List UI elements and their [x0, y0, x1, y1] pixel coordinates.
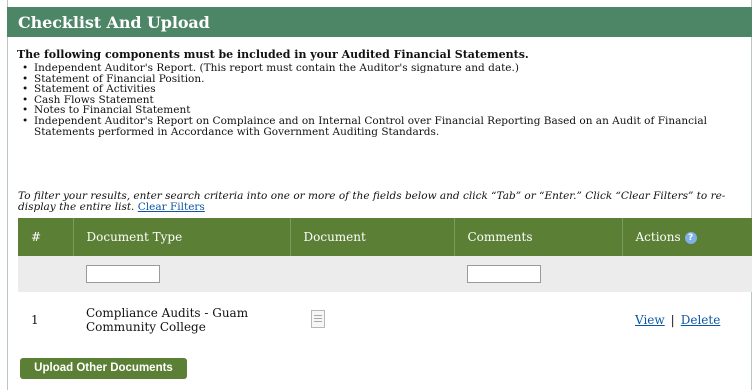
list-item: Independent Auditor's Report on Complain…	[17, 116, 737, 137]
panel-header: Checklist And Upload	[7, 7, 752, 37]
delete-link[interactable]: Delete	[681, 313, 721, 327]
filter-cell-actions	[622, 256, 752, 292]
view-link[interactable]: View	[635, 313, 665, 327]
row-document	[290, 292, 454, 348]
filter-cell-number	[18, 256, 73, 292]
filter-cell-document	[290, 256, 454, 292]
table-header-row: # Document Type Document Comments Action…	[18, 218, 752, 256]
list-item: Independent Auditor's Report. (This repo…	[17, 63, 737, 74]
table-row: 1 Compliance Audits - Guam Community Col…	[18, 292, 752, 348]
help-icon[interactable]: ?	[684, 232, 697, 244]
comments-filter-input[interactable]	[467, 265, 541, 283]
filter-instructions: To filter your results, enter search cri…	[18, 191, 748, 213]
filter-row	[18, 256, 752, 292]
row-number: 1	[31, 313, 39, 327]
action-separator: |	[670, 313, 675, 327]
row-comments	[454, 292, 622, 348]
requirements-list: Independent Auditor's Report. (This repo…	[17, 63, 737, 137]
clear-filters-link[interactable]: Clear Filters	[138, 201, 205, 213]
row-document-type: Compliance Audits - Guam Community Colle…	[86, 306, 249, 334]
column-header-document: Document	[290, 218, 455, 256]
column-header-actions: Actions?	[622, 218, 752, 256]
document-icon[interactable]	[311, 309, 325, 328]
filter-instructions-text: To filter your results, enter search cri…	[18, 190, 726, 213]
page-title: Checklist And Upload	[18, 13, 210, 32]
row-actions: View | Delete	[622, 292, 752, 348]
documents-table: # Document Type Document Comments Action…	[18, 218, 752, 348]
filter-cell-document-type	[73, 256, 290, 292]
column-header-comments: Comments	[454, 218, 623, 256]
document-type-filter-input[interactable]	[86, 265, 160, 283]
column-header-document-type: Document Type	[73, 218, 291, 256]
upload-other-documents-button[interactable]: Upload Other Documents	[20, 358, 187, 379]
filter-cell-comments	[454, 256, 622, 292]
intro-text: The following components must be include…	[17, 48, 529, 61]
column-header-number: #	[18, 218, 74, 256]
column-header-actions-label: Actions	[635, 230, 681, 244]
